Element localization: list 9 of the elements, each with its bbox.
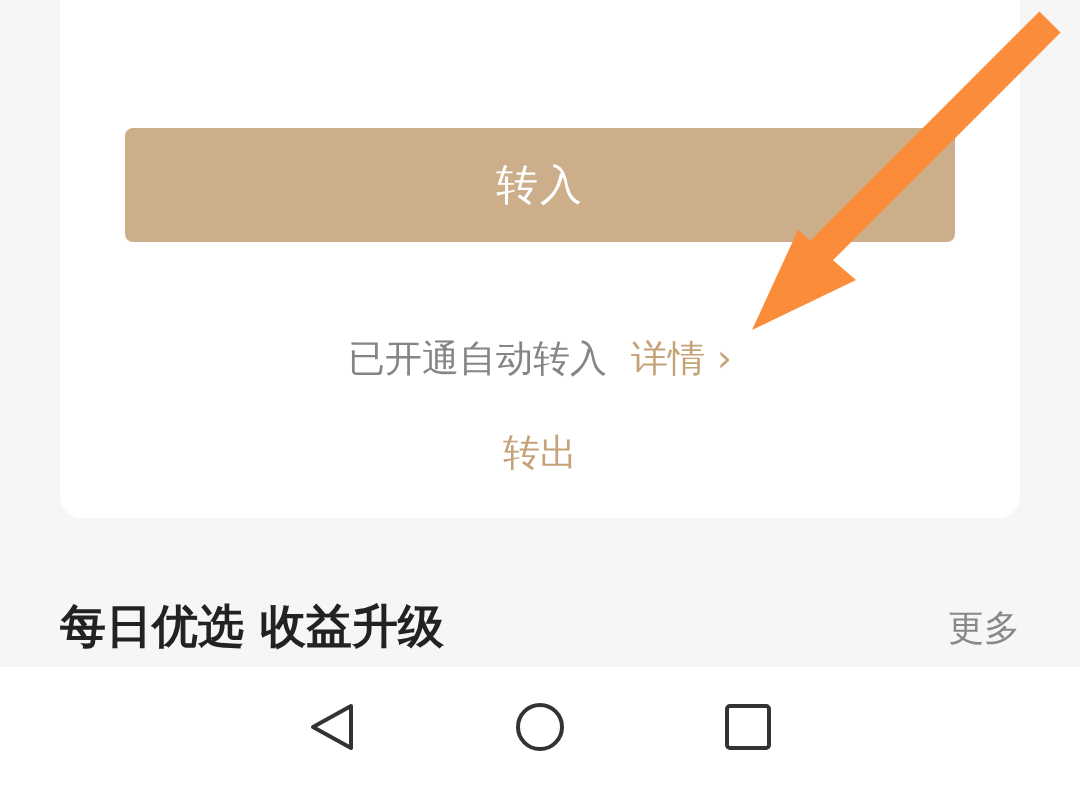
auto-transfer-status: 已开通自动转入 <box>348 336 608 382</box>
recent-apps-icon[interactable] <box>725 703 771 750</box>
home-icon[interactable] <box>515 701 565 752</box>
back-icon[interactable] <box>309 701 355 752</box>
more-link[interactable]: 更多 <box>948 604 1020 653</box>
details-link[interactable]: 详情 › <box>631 334 732 384</box>
section-title: 每日优选 收益升级 <box>60 598 444 655</box>
transfer-out-link[interactable]: 转出 <box>503 428 577 478</box>
transfer-in-button[interactable]: 转入 <box>125 128 955 242</box>
